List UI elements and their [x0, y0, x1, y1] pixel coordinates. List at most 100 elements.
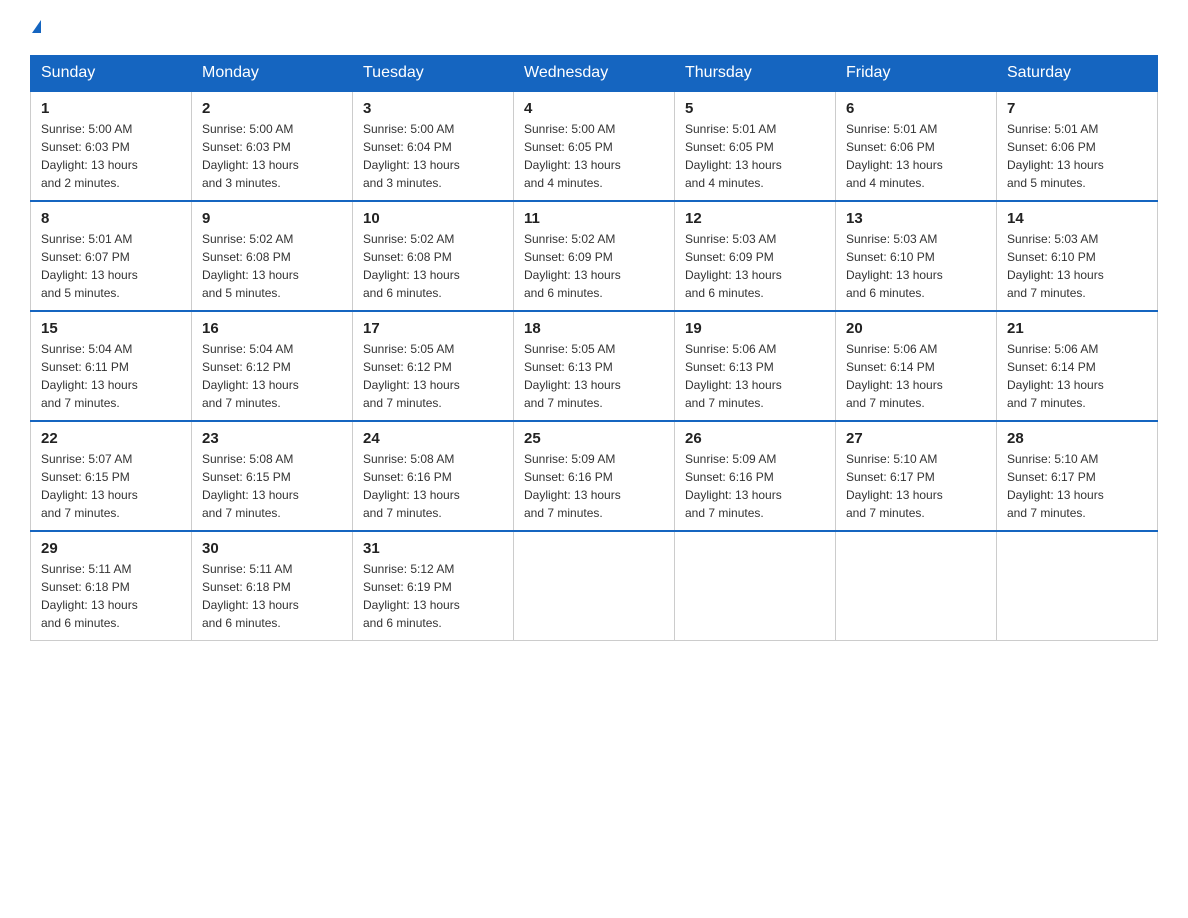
- calendar-cell: 20 Sunrise: 5:06 AMSunset: 6:14 PMDayligh…: [836, 311, 997, 421]
- day-info: Sunrise: 5:03 AMSunset: 6:09 PMDaylight:…: [685, 230, 825, 302]
- day-number: 2: [202, 100, 342, 117]
- day-info: Sunrise: 5:09 AMSunset: 6:16 PMDaylight:…: [685, 450, 825, 522]
- calendar-cell: 2 Sunrise: 5:00 AMSunset: 6:03 PMDaylight…: [192, 91, 353, 201]
- calendar-cell: 19 Sunrise: 5:06 AMSunset: 6:13 PMDayligh…: [675, 311, 836, 421]
- day-number: 25: [524, 430, 664, 447]
- calendar-cell: 4 Sunrise: 5:00 AMSunset: 6:05 PMDaylight…: [514, 91, 675, 201]
- calendar-cell: 29Sunrise: 5:11 AMSunset: 6:18 PMDayligh…: [31, 531, 192, 641]
- calendar-header-row: SundayMondayTuesdayWednesdayThursdayFrid…: [31, 56, 1158, 92]
- day-number: 30: [202, 540, 342, 557]
- calendar-cell: 8Sunrise: 5:01 AMSunset: 6:07 PMDaylight…: [31, 201, 192, 311]
- column-header-thursday: Thursday: [675, 56, 836, 92]
- day-info: Sunrise: 5:06 AMSunset: 6:13 PMDaylight:…: [685, 340, 825, 412]
- calendar-cell: 23 Sunrise: 5:08 AMSunset: 6:15 PMDayligh…: [192, 421, 353, 531]
- calendar-cell: 3Sunrise: 5:00 AMSunset: 6:04 PMDaylight…: [353, 91, 514, 201]
- day-info: Sunrise: 5:00 AMSunset: 6:03 PMDaylight:…: [41, 120, 181, 192]
- calendar-week-row: 15 Sunrise: 5:04 AMSunset: 6:11 PMDayligh…: [31, 311, 1158, 421]
- calendar-cell: [514, 531, 675, 641]
- page-header: [30, 20, 1158, 37]
- day-number: 20: [846, 320, 986, 337]
- day-info: Sunrise: 5:02 AMSunset: 6:08 PMDaylight:…: [202, 230, 342, 302]
- calendar-cell: 5 Sunrise: 5:01 AMSunset: 6:05 PMDaylight…: [675, 91, 836, 201]
- calendar-cell: 11 Sunrise: 5:02 AMSunset: 6:09 PMDayligh…: [514, 201, 675, 311]
- calendar-cell: 7 Sunrise: 5:01 AMSunset: 6:06 PMDaylight…: [997, 91, 1158, 201]
- day-number: 27: [846, 430, 986, 447]
- calendar-cell: 27 Sunrise: 5:10 AMSunset: 6:17 PMDayligh…: [836, 421, 997, 531]
- column-header-saturday: Saturday: [997, 56, 1158, 92]
- calendar-cell: [675, 531, 836, 641]
- day-info: Sunrise: 5:01 AMSunset: 6:05 PMDaylight:…: [685, 120, 825, 192]
- calendar-cell: 14 Sunrise: 5:03 AMSunset: 6:10 PMDayligh…: [997, 201, 1158, 311]
- calendar-cell: 9 Sunrise: 5:02 AMSunset: 6:08 PMDaylight…: [192, 201, 353, 311]
- day-info: Sunrise: 5:10 AMSunset: 6:17 PMDaylight:…: [846, 450, 986, 522]
- day-number: 19: [685, 320, 825, 337]
- day-info: Sunrise: 5:06 AMSunset: 6:14 PMDaylight:…: [846, 340, 986, 412]
- calendar-cell: 10 Sunrise: 5:02 AMSunset: 6:08 PMDayligh…: [353, 201, 514, 311]
- day-info: Sunrise: 5:02 AMSunset: 6:09 PMDaylight:…: [524, 230, 664, 302]
- calendar-cell: 12 Sunrise: 5:03 AMSunset: 6:09 PMDayligh…: [675, 201, 836, 311]
- day-number: 14: [1007, 210, 1147, 227]
- day-info: Sunrise: 5:07 AMSunset: 6:15 PMDaylight:…: [41, 450, 181, 522]
- day-number: 26: [685, 430, 825, 447]
- calendar-week-row: 22Sunrise: 5:07 AMSunset: 6:15 PMDayligh…: [31, 421, 1158, 531]
- day-number: 5: [685, 100, 825, 117]
- day-number: 16: [202, 320, 342, 337]
- calendar-table: SundayMondayTuesdayWednesdayThursdayFrid…: [30, 55, 1158, 641]
- day-number: 28: [1007, 430, 1147, 447]
- day-info: Sunrise: 5:05 AMSunset: 6:12 PMDaylight:…: [363, 340, 503, 412]
- calendar-week-row: 29Sunrise: 5:11 AMSunset: 6:18 PMDayligh…: [31, 531, 1158, 641]
- day-number: 12: [685, 210, 825, 227]
- day-number: 9: [202, 210, 342, 227]
- day-number: 13: [846, 210, 986, 227]
- day-number: 4: [524, 100, 664, 117]
- day-info: Sunrise: 5:08 AMSunset: 6:15 PMDaylight:…: [202, 450, 342, 522]
- day-number: 15: [41, 320, 181, 337]
- day-info: Sunrise: 5:08 AMSunset: 6:16 PMDaylight:…: [363, 450, 503, 522]
- day-info: Sunrise: 5:04 AMSunset: 6:12 PMDaylight:…: [202, 340, 342, 412]
- calendar-cell: [836, 531, 997, 641]
- calendar-cell: 25Sunrise: 5:09 AMSunset: 6:16 PMDayligh…: [514, 421, 675, 531]
- day-number: 24: [363, 430, 503, 447]
- column-header-friday: Friday: [836, 56, 997, 92]
- day-info: Sunrise: 5:01 AMSunset: 6:06 PMDaylight:…: [846, 120, 986, 192]
- day-info: Sunrise: 5:00 AMSunset: 6:05 PMDaylight:…: [524, 120, 664, 192]
- calendar-cell: 15 Sunrise: 5:04 AMSunset: 6:11 PMDayligh…: [31, 311, 192, 421]
- logo-triangle-icon: [32, 20, 41, 33]
- day-info: Sunrise: 5:06 AMSunset: 6:14 PMDaylight:…: [1007, 340, 1147, 412]
- day-number: 3: [363, 100, 503, 117]
- day-number: 8: [41, 210, 181, 227]
- calendar-cell: 26 Sunrise: 5:09 AMSunset: 6:16 PMDayligh…: [675, 421, 836, 531]
- day-info: Sunrise: 5:02 AMSunset: 6:08 PMDaylight:…: [363, 230, 503, 302]
- calendar-cell: 31Sunrise: 5:12 AMSunset: 6:19 PMDayligh…: [353, 531, 514, 641]
- calendar-week-row: 1Sunrise: 5:00 AMSunset: 6:03 PMDaylight…: [31, 91, 1158, 201]
- calendar-cell: 6Sunrise: 5:01 AMSunset: 6:06 PMDaylight…: [836, 91, 997, 201]
- day-info: Sunrise: 5:03 AMSunset: 6:10 PMDaylight:…: [1007, 230, 1147, 302]
- column-header-sunday: Sunday: [31, 56, 192, 92]
- day-number: 7: [1007, 100, 1147, 117]
- day-info: Sunrise: 5:11 AMSunset: 6:18 PMDaylight:…: [202, 560, 342, 632]
- day-number: 23: [202, 430, 342, 447]
- day-number: 21: [1007, 320, 1147, 337]
- calendar-cell: 18Sunrise: 5:05 AMSunset: 6:13 PMDayligh…: [514, 311, 675, 421]
- calendar-cell: 21 Sunrise: 5:06 AMSunset: 6:14 PMDayligh…: [997, 311, 1158, 421]
- day-number: 10: [363, 210, 503, 227]
- day-info: Sunrise: 5:10 AMSunset: 6:17 PMDaylight:…: [1007, 450, 1147, 522]
- calendar-cell: 17Sunrise: 5:05 AMSunset: 6:12 PMDayligh…: [353, 311, 514, 421]
- calendar-cell: 22Sunrise: 5:07 AMSunset: 6:15 PMDayligh…: [31, 421, 192, 531]
- day-number: 18: [524, 320, 664, 337]
- calendar-cell: 30 Sunrise: 5:11 AMSunset: 6:18 PMDayligh…: [192, 531, 353, 641]
- column-header-wednesday: Wednesday: [514, 56, 675, 92]
- calendar-cell: 16 Sunrise: 5:04 AMSunset: 6:12 PMDayligh…: [192, 311, 353, 421]
- day-info: Sunrise: 5:01 AMSunset: 6:06 PMDaylight:…: [1007, 120, 1147, 192]
- day-number: 11: [524, 210, 664, 227]
- day-info: Sunrise: 5:11 AMSunset: 6:18 PMDaylight:…: [41, 560, 181, 632]
- day-info: Sunrise: 5:04 AMSunset: 6:11 PMDaylight:…: [41, 340, 181, 412]
- calendar-cell: 13Sunrise: 5:03 AMSunset: 6:10 PMDayligh…: [836, 201, 997, 311]
- column-header-tuesday: Tuesday: [353, 56, 514, 92]
- calendar-cell: [997, 531, 1158, 641]
- day-info: Sunrise: 5:00 AMSunset: 6:03 PMDaylight:…: [202, 120, 342, 192]
- day-number: 31: [363, 540, 503, 557]
- calendar-week-row: 8Sunrise: 5:01 AMSunset: 6:07 PMDaylight…: [31, 201, 1158, 311]
- logo: [30, 20, 41, 37]
- calendar-cell: 28 Sunrise: 5:10 AMSunset: 6:17 PMDayligh…: [997, 421, 1158, 531]
